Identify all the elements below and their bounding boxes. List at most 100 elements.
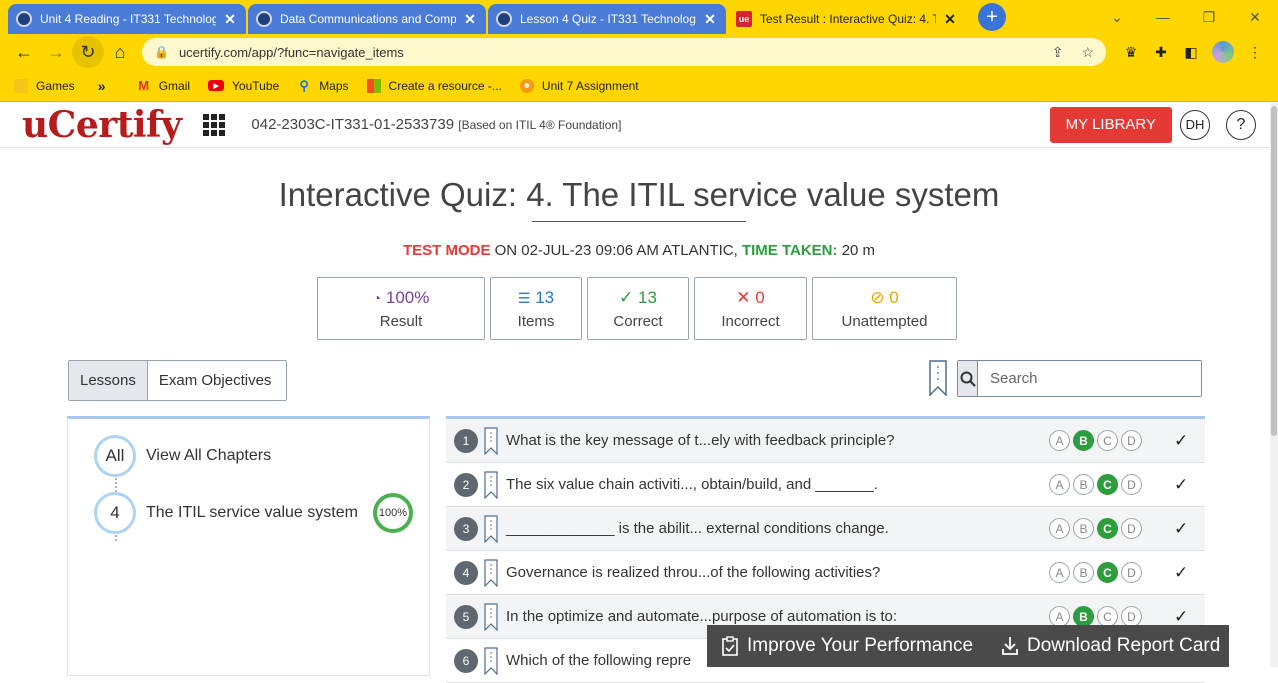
improve-performance-button[interactable]: Improve Your Performance — [707, 635, 987, 657]
bookmark-create-resource[interactable]: Create a resource -... — [366, 78, 502, 93]
profile-avatar[interactable] — [1212, 41, 1234, 63]
bookmark-label: Create a resource -... — [388, 78, 502, 93]
stat-incorrect[interactable]: ✕ 0 Incorrect — [694, 277, 807, 340]
chapters-panel: All View All Chapters 4 The ITIL service… — [67, 416, 430, 676]
question-text: What is the key message of t...ely with … — [506, 432, 895, 449]
option-b: B — [1073, 430, 1094, 451]
search-box — [957, 360, 1202, 397]
bookmark-maps[interactable]: ⚲ Maps — [297, 77, 348, 93]
close-icon[interactable]: ✕ — [462, 11, 478, 28]
search-icon — [960, 371, 976, 387]
bookmark-label: YouTube — [232, 78, 280, 93]
app-grid-icon[interactable] — [203, 113, 226, 136]
improve-label: Improve Your Performance — [747, 635, 974, 656]
test-meta: TEST MODE ON 02-JUL-23 09:06 AM ATLANTIC… — [0, 242, 1278, 259]
maps-pin-icon: ⚲ — [299, 77, 309, 93]
question-row[interactable]: 4 Governance is realized throu...of the … — [446, 551, 1205, 595]
tab-lessons[interactable]: Lessons — [69, 361, 148, 400]
menu-icon[interactable]: ⋮ — [1240, 37, 1270, 67]
double-chevron-icon: » — [97, 77, 106, 94]
extension-icon[interactable]: ♛ — [1116, 37, 1146, 67]
question-number: 1 — [454, 428, 478, 453]
stat-unattempted[interactable]: ⊘ 0 Unattempted — [812, 277, 957, 340]
minimize-icon[interactable]: — — [1140, 9, 1186, 25]
url-field[interactable]: 🔒 ucertify.com/app/?func=navigate_items … — [142, 38, 1106, 66]
stat-items[interactable]: ☰ 13 Items — [490, 277, 582, 340]
download-icon — [1002, 637, 1018, 655]
bookmark-icon[interactable] — [484, 470, 498, 499]
close-icon[interactable]: ✕ — [942, 11, 958, 28]
bookmark-youtube[interactable]: ▶ YouTube — [208, 79, 279, 93]
globe-icon — [496, 11, 512, 27]
my-library-button[interactable]: MY LIBRARY — [1049, 106, 1172, 143]
ucertify-logo[interactable]: uCertify — [22, 107, 182, 143]
chapter-all[interactable]: All View All Chapters — [94, 435, 271, 477]
question-text: _____________ is the abilit... external … — [506, 520, 889, 537]
bookmark-icon[interactable] — [484, 514, 498, 543]
scrollbar-thumb[interactable] — [1271, 106, 1277, 436]
browser-tab-3[interactable]: Lesson 4 Quiz - IT331 Technolog ✕ — [488, 4, 726, 34]
bookmark-filter-icon[interactable] — [928, 360, 948, 396]
option-a: A — [1049, 474, 1070, 495]
chapter-progress-ring: 100% — [373, 493, 413, 533]
bookmark-icon[interactable] — [484, 646, 498, 675]
star-icon[interactable]: ☆ — [1081, 44, 1094, 61]
time-taken-value: 20 m — [841, 242, 876, 259]
option-b: B — [1073, 606, 1094, 627]
share-icon[interactable]: ⇪ — [1052, 44, 1064, 61]
bookmark-unit7[interactable]: ◉ Unit 7 Assignment — [519, 78, 639, 93]
option-d: D — [1121, 430, 1142, 451]
bookmark-icon[interactable] — [484, 558, 498, 587]
ucertify-favicon: ue — [736, 11, 752, 27]
question-number: 3 — [454, 516, 478, 541]
chapter-label: View All Chapters — [146, 447, 272, 464]
correct-check-icon: ✓ — [1174, 562, 1189, 582]
correct-label: Correct — [613, 312, 663, 330]
puzzle-icon[interactable]: ✚ — [1146, 37, 1176, 67]
question-row[interactable]: 1 What is the key message of t...ely wit… — [446, 419, 1205, 463]
forward-button[interactable]: → — [40, 36, 72, 68]
lock-icon[interactable]: 🔒 — [154, 45, 169, 59]
test-mode-label: TEST MODE — [402, 242, 491, 259]
close-window-icon[interactable]: ✕ — [1232, 9, 1278, 26]
restore-icon[interactable]: ❐ — [1186, 9, 1232, 26]
tab-exam-objectives[interactable]: Exam Objectives — [148, 361, 283, 400]
bookmark-label: Gmail — [158, 78, 191, 93]
new-tab-button[interactable]: + — [978, 3, 1006, 31]
help-button[interactable]: ? — [1226, 109, 1256, 140]
bookmark-more[interactable]: » — [93, 77, 119, 94]
browser-tab-2[interactable]: Data Communications and Comp ✕ — [248, 4, 486, 34]
browser-tab-bar: Unit 4 Reading - IT331 Technolog ✕ Data … — [0, 0, 1278, 34]
search-button[interactable] — [958, 361, 978, 396]
browser-tab-1[interactable]: Unit 4 Reading - IT331 Technolog ✕ — [8, 4, 246, 34]
test-date: ON 02-JUL-23 09:06 AM ATLANTIC, — [494, 242, 738, 259]
close-icon[interactable]: ✕ — [702, 11, 718, 28]
gmail-icon: M — [138, 78, 150, 93]
bookmark-icon[interactable] — [484, 602, 498, 631]
download-report-button[interactable]: Download Report Card — [987, 635, 1234, 657]
question-row[interactable]: 3 _____________ is the abilit... externa… — [446, 507, 1205, 551]
question-row[interactable]: 2 The six value chain activiti..., obtai… — [446, 463, 1205, 507]
bookmark-icon[interactable] — [484, 426, 498, 455]
bookmark-gmail[interactable]: M Gmail — [137, 78, 191, 93]
address-bar: ← → ↻ ⌂ 🔒 ucertify.com/app/?func=navigat… — [0, 34, 1278, 70]
back-button[interactable]: ← — [8, 36, 40, 68]
close-icon[interactable]: ✕ — [222, 11, 238, 28]
question-text: Governance is realized throu...of the fo… — [506, 564, 881, 581]
tab-search-icon[interactable]: ⌄ — [1094, 9, 1140, 26]
reload-button[interactable]: ↻ — [72, 36, 104, 68]
stat-result[interactable]: ◔ 100% Result — [317, 277, 485, 340]
globe-icon — [256, 11, 272, 27]
chapter-label: The ITIL service value system — [146, 504, 358, 521]
bookmark-games[interactable]: Games — [14, 78, 75, 93]
chapter-4[interactable]: 4 The ITIL service value system — [94, 492, 358, 534]
browser-tab-4[interactable]: ue Test Result : Interactive Quiz: 4. Th… — [728, 4, 966, 34]
tab-title: Lesson 4 Quiz - IT331 Technolog — [520, 12, 696, 26]
unattempted-value: 0 — [889, 287, 899, 307]
search-input[interactable] — [978, 361, 1201, 396]
home-button[interactable]: ⌂ — [104, 36, 136, 68]
chapter-badge: 4 — [94, 492, 136, 534]
user-avatar[interactable]: DH — [1180, 109, 1210, 140]
stat-correct[interactable]: ✓ 13 Correct — [587, 277, 689, 340]
sidepanel-icon[interactable]: ◧ — [1176, 37, 1206, 67]
